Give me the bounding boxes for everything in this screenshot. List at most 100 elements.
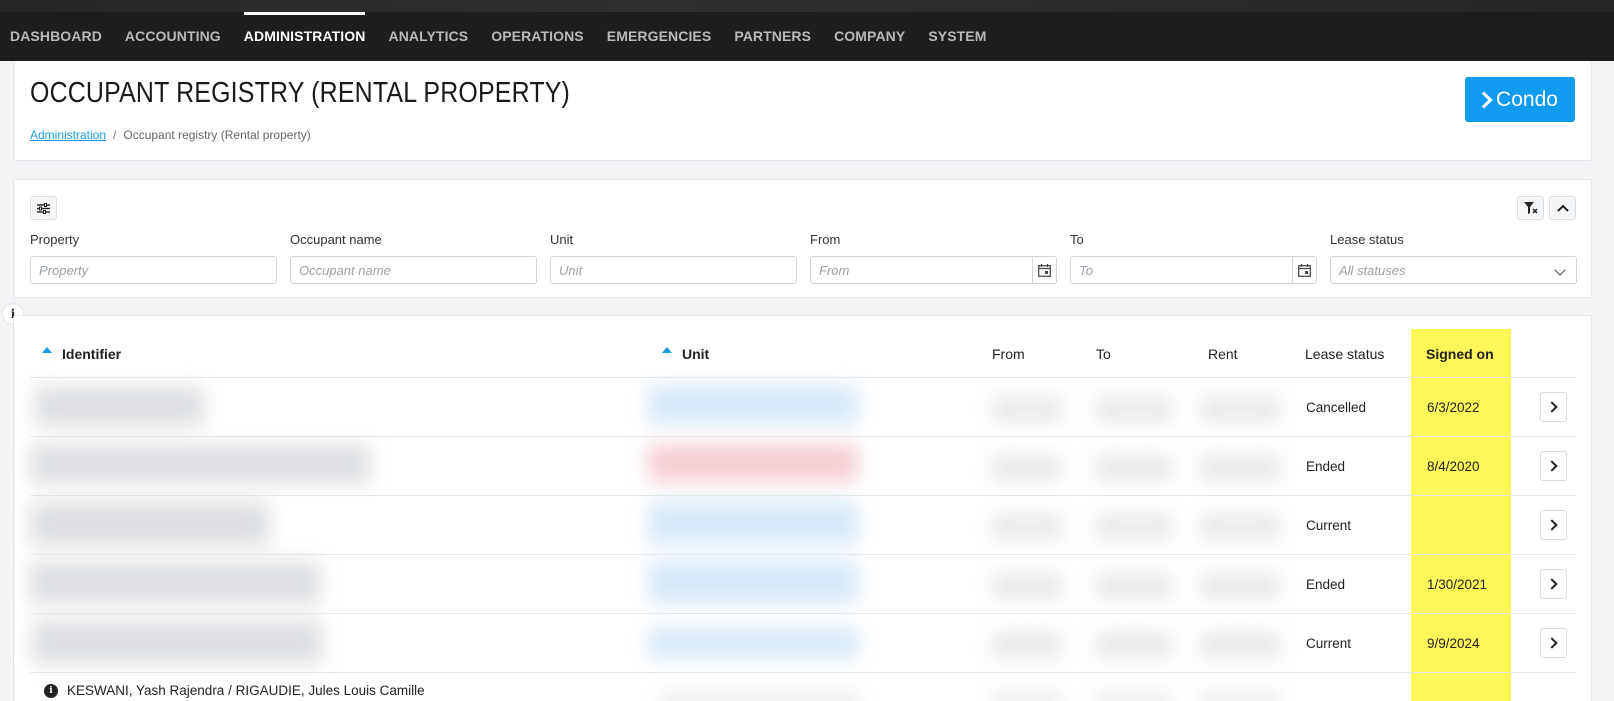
redacted-identifier (30, 444, 370, 484)
filter-settings-button[interactable] (30, 196, 57, 220)
nav-item-emergencies[interactable]: EMERGENCIES (607, 12, 712, 61)
redacted-unit (648, 628, 858, 658)
redacted-to (1096, 693, 1172, 701)
lease-status-select[interactable]: All statuses (1330, 256, 1577, 284)
row-open-button[interactable] (1540, 510, 1567, 540)
occupant-label: Occupant name (290, 232, 382, 247)
row-open-button[interactable] (1540, 392, 1567, 422)
occupant-input[interactable]: Occupant name (290, 256, 537, 284)
column-header-rent[interactable]: Rent (1208, 346, 1238, 364)
chevron-right-icon (1475, 91, 1493, 108)
nav-item-system[interactable]: SYSTEM (928, 12, 986, 61)
redacted-unit (660, 693, 860, 701)
breadcrumb-separator: / (113, 128, 117, 142)
unit-label: Unit (550, 232, 574, 247)
nav-item-administration[interactable]: ADMINISTRATION (243, 12, 366, 61)
lease-status-filter: Lease status All statuses (1330, 232, 1577, 284)
column-header-unit[interactable]: Unit (662, 346, 709, 364)
filter-clear-icon (1523, 201, 1538, 214)
column-header-signed-on[interactable]: Signed on (1426, 346, 1494, 364)
row-open-button[interactable] (1540, 628, 1567, 658)
redacted-unit (648, 561, 858, 603)
main-nav: DASHBOARD ACCOUNTING ADMINISTRATION ANAL… (0, 12, 1000, 61)
redacted-to (1096, 396, 1172, 422)
unit-input[interactable]: Unit (550, 256, 797, 284)
to-filter: To To (1070, 232, 1317, 284)
nav-item-company[interactable]: COMPANY (834, 12, 905, 61)
breadcrumb-link-administration[interactable]: Administration (30, 128, 106, 142)
signed-on-cell: 9/9/2024 (1427, 636, 1480, 651)
sort-ascending-icon (42, 347, 52, 353)
occupant-filter: Occupant name Occupant name (290, 232, 537, 284)
lease-status-value: All statuses (1339, 263, 1406, 278)
redacted-identifier (34, 386, 204, 426)
collapse-filters-button[interactable] (1549, 196, 1576, 220)
row-divider (30, 554, 1576, 555)
from-label: From (810, 232, 841, 247)
calendar-icon[interactable] (1032, 257, 1056, 283)
signed-on-cell: 1/30/2021 (1427, 577, 1488, 592)
column-header-lease-status[interactable]: Lease status (1305, 346, 1384, 364)
redacted-identifier (30, 502, 270, 546)
lease-status-label: Lease status (1330, 232, 1404, 247)
signed-on-cell: 6/3/2022 (1427, 400, 1480, 415)
chevron-right-icon (1546, 637, 1558, 649)
property-label: Property (30, 232, 80, 247)
chevron-right-icon (1546, 401, 1558, 413)
info-icon[interactable]: i (44, 684, 58, 698)
condo-button[interactable]: Condo (1465, 77, 1575, 122)
redacted-identifier (30, 561, 320, 605)
redacted-unit (648, 386, 858, 424)
signed-on-cell: 8/4/2020 (1427, 459, 1480, 474)
lease-status-cell: Cancelled (1306, 400, 1367, 415)
row-open-button[interactable] (1540, 451, 1567, 481)
topbar-banner-strip (0, 0, 1614, 12)
to-label: To (1070, 232, 1084, 247)
row-divider (30, 613, 1576, 614)
nav-item-dashboard[interactable]: DASHBOARD (10, 12, 102, 61)
chevron-right-icon (1546, 460, 1558, 472)
column-header-identifier[interactable]: Identifier (42, 346, 121, 364)
chevron-down-icon (1554, 264, 1566, 276)
lease-status-cell: Current (1306, 518, 1352, 533)
redacted-rent (1200, 632, 1280, 658)
calendar-icon[interactable] (1292, 257, 1316, 283)
occupant-identifier: KESWANI, Yash Rajendra / RIGAUDIE, Jules… (67, 683, 425, 698)
sort-ascending-icon (662, 347, 672, 353)
redacted-from (992, 455, 1062, 481)
sliders-icon (37, 202, 50, 214)
column-header-from[interactable]: From (992, 346, 1025, 364)
redacted-rent (1200, 693, 1280, 701)
from-placeholder: From (819, 263, 850, 278)
redacted-to (1096, 573, 1172, 599)
unit-filter: Unit Unit (550, 232, 797, 284)
condo-button-label: Condo (1496, 87, 1558, 111)
property-input[interactable]: Property (30, 256, 277, 284)
nav-item-operations[interactable]: OPERATIONS (491, 12, 584, 61)
to-placeholder: To (1079, 263, 1093, 278)
redacted-unit (648, 502, 858, 544)
redacted-to (1096, 514, 1172, 540)
nav-item-partners[interactable]: PARTNERS (734, 12, 811, 61)
redacted-from (992, 573, 1062, 599)
filter-fields: Property Property Occupant name Occupant… (30, 232, 1577, 284)
breadcrumb-current: Occupant registry (Rental property) (123, 128, 311, 142)
row-divider (30, 672, 1576, 673)
redacted-unit (648, 444, 858, 482)
clear-filters-button[interactable] (1517, 196, 1544, 220)
row-divider (30, 436, 1576, 437)
lease-status-cell: Ended (1306, 577, 1346, 592)
row-divider (30, 495, 1576, 496)
row-divider (30, 377, 1576, 378)
redacted-to (1096, 455, 1172, 481)
to-date-input[interactable]: To (1070, 256, 1317, 284)
redacted-rent (1200, 396, 1280, 422)
column-header-to[interactable]: To (1096, 346, 1111, 364)
redacted-to (1096, 632, 1172, 658)
redacted-rent (1200, 514, 1280, 540)
row-open-button[interactable] (1540, 569, 1567, 599)
from-date-input[interactable]: From (810, 256, 1057, 284)
nav-item-accounting[interactable]: ACCOUNTING (125, 12, 221, 61)
redacted-from (992, 514, 1062, 540)
nav-item-analytics[interactable]: ANALYTICS (388, 12, 468, 61)
